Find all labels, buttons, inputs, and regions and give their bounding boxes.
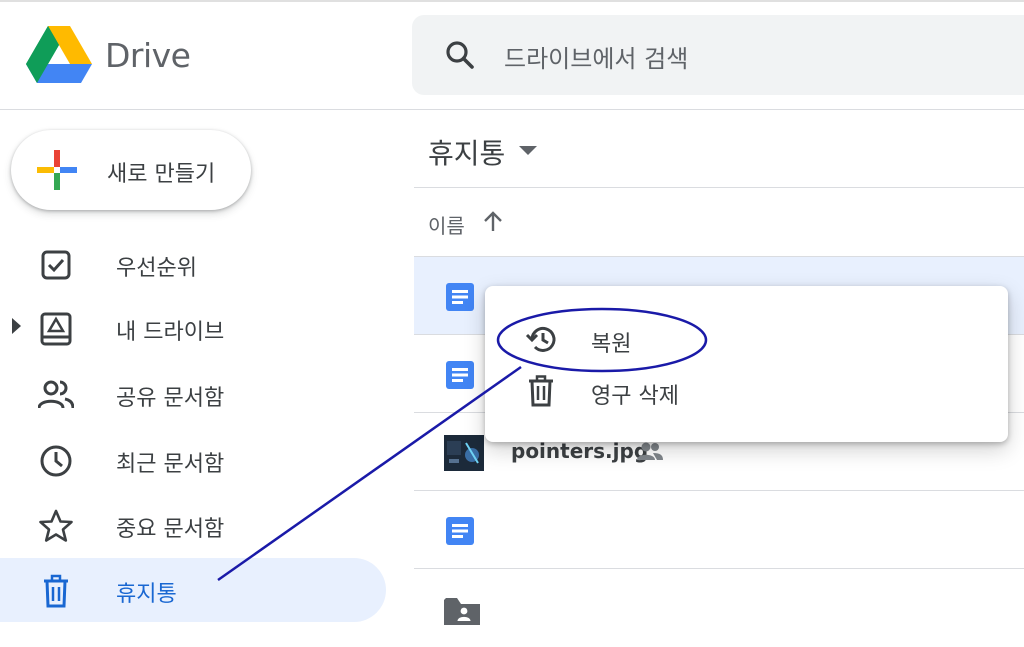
doc-icon xyxy=(446,517,474,545)
search-bar[interactable]: 드라이브에서 검색 xyxy=(412,15,1024,95)
sidebar-item-starred[interactable]: 중요 문서함 xyxy=(0,493,386,557)
sidebar-item-label: 내 드라이브 xyxy=(116,320,225,345)
doc-icon xyxy=(446,283,474,311)
sidebar-item-trash[interactable]: 휴지통 xyxy=(0,558,386,622)
drive-logo-icon xyxy=(26,26,92,83)
file-name: pointers.jpg xyxy=(511,439,649,463)
sidebar-item-recent[interactable]: 최근 문서함 xyxy=(0,428,386,492)
sidebar-item-priority[interactable]: 우선순위 xyxy=(0,232,386,296)
search-input[interactable]: 드라이브에서 검색 xyxy=(504,39,688,74)
arrow-up-icon[interactable] xyxy=(482,209,504,233)
sidebar-item-label: 휴지통 xyxy=(116,582,177,607)
search-icon[interactable] xyxy=(444,39,476,71)
expand-arrow-icon[interactable] xyxy=(12,318,21,334)
context-menu: 복원 영구 삭제 xyxy=(485,286,1008,442)
menu-item-label: 영구 삭제 xyxy=(591,384,679,409)
my-drive-icon xyxy=(40,312,72,346)
menu-item-delete-forever[interactable]: 영구 삭제 xyxy=(485,364,1008,418)
sidebar-item-label: 공유 문서함 xyxy=(116,386,225,411)
sidebar-item-my-drive[interactable]: 내 드라이브 xyxy=(0,296,386,360)
sidebar-item-label: 우선순위 xyxy=(116,256,197,281)
star-icon xyxy=(39,509,73,542)
image-icon xyxy=(444,435,484,471)
trash-icon xyxy=(529,375,553,407)
image-thumbnail xyxy=(444,435,484,471)
priority-icon xyxy=(41,250,71,280)
brand-name: Drive xyxy=(105,36,191,75)
file-row[interactable] xyxy=(414,568,1024,647)
sidebar-item-shared[interactable]: 공유 문서함 xyxy=(0,362,386,426)
sidebar-item-label: 중요 문서함 xyxy=(116,517,225,542)
shared-people-icon xyxy=(38,380,74,409)
column-header-name[interactable]: 이름 xyxy=(428,210,465,239)
chevron-down-icon[interactable] xyxy=(519,146,537,155)
trash-icon xyxy=(44,574,68,608)
plus-icon xyxy=(37,150,77,190)
menu-item-label: 복원 xyxy=(591,332,632,357)
sidebar-item-label: 최근 문서함 xyxy=(116,452,225,477)
title-divider xyxy=(414,187,1024,188)
new-button[interactable]: 새로 만들기 xyxy=(11,130,251,210)
shared-folder-icon xyxy=(444,598,480,625)
header-divider xyxy=(0,109,1024,110)
doc-icon xyxy=(446,361,474,389)
file-row[interactable] xyxy=(414,490,1024,569)
new-button-label: 새로 만들기 xyxy=(107,162,216,187)
restore-icon xyxy=(525,326,556,352)
clock-icon xyxy=(40,445,72,477)
shared-people-icon xyxy=(637,442,663,460)
page-title[interactable]: 휴지통 xyxy=(428,132,505,172)
top-border xyxy=(0,0,1024,6)
menu-item-restore[interactable]: 복원 xyxy=(485,312,1008,366)
drive-logo[interactable] xyxy=(26,26,92,84)
